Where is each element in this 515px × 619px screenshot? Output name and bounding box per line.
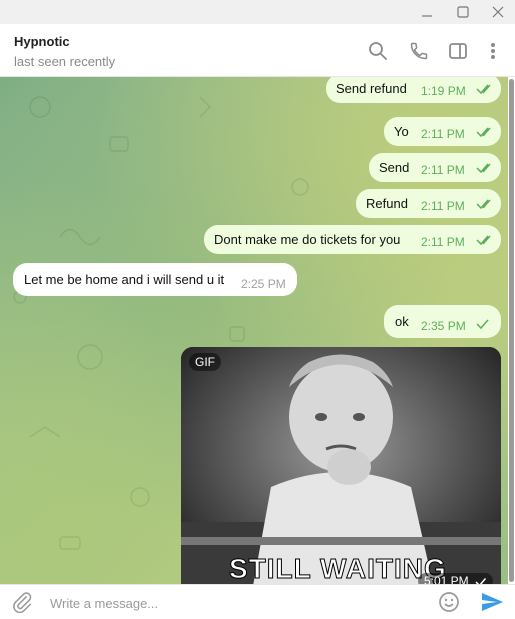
scrollbar-thumb[interactable] <box>509 79 514 582</box>
call-button[interactable] <box>408 40 430 62</box>
message-time: 2:25 PM <box>241 277 286 291</box>
sidebar-toggle-button[interactable] <box>447 40 469 62</box>
check-icon <box>476 319 489 330</box>
message-list[interactable]: Send refund 1:19 PM Yo 2:11 PM Send 2:11… <box>0 77 508 584</box>
close-icon <box>492 6 504 18</box>
minimize-icon <box>422 15 432 17</box>
phone-icon <box>410 42 428 60</box>
gif-message[interactable]: GIF STILL WAITING 5:01 PM <box>181 347 501 584</box>
chat-header: Hypnotic last seen recently <box>0 24 515 77</box>
message-time: 2:11 PM <box>421 127 465 141</box>
more-button[interactable] <box>482 40 504 62</box>
more-vertical-icon <box>491 43 495 59</box>
message-bubble-outgoing[interactable]: Refund 2:11 PM <box>356 189 501 218</box>
search-icon <box>369 42 387 60</box>
message-scrollbar[interactable] <box>508 77 515 584</box>
gif-caption: STILL WAITING <box>229 553 447 585</box>
message-bubble-outgoing[interactable]: Yo 2:11 PM <box>384 117 501 146</box>
message-bubble-outgoing[interactable]: Send 2:11 PM <box>369 153 501 182</box>
double-check-icon <box>476 84 491 95</box>
maximize-button[interactable] <box>446 0 480 24</box>
message-time: 2:35 PM <box>421 319 466 333</box>
message-text: Send <box>379 160 410 175</box>
send-button[interactable] <box>480 590 504 614</box>
window-titlebar <box>0 0 515 24</box>
message-time: 2:11 PM <box>421 199 465 213</box>
message-time: 5:01 PM <box>417 573 493 584</box>
message-time: 2:11 PM <box>421 235 465 249</box>
search-button[interactable] <box>367 40 389 62</box>
send-icon <box>482 593 503 611</box>
message-bubble-outgoing[interactable]: Send refund 1:19 PM <box>326 77 501 103</box>
maximize-icon <box>457 6 469 18</box>
message-text: Let me be home and i will send u it <box>24 272 225 287</box>
message-text: Dont make me do tickets for you <box>214 232 401 247</box>
message-time: 1:19 PM <box>421 84 466 98</box>
double-check-icon <box>476 163 491 174</box>
double-check-icon <box>476 127 491 138</box>
emoji-icon <box>439 592 459 612</box>
double-check-icon <box>476 199 491 210</box>
message-composer <box>0 584 515 619</box>
emoji-button[interactable] <box>437 590 461 614</box>
message-time: 2:11 PM <box>421 163 465 177</box>
gif-badge: GIF <box>189 353 221 371</box>
attach-button[interactable] <box>10 590 34 614</box>
message-bubble-outgoing[interactable]: Dont make me do tickets for you 2:11 PM <box>204 225 501 254</box>
message-input[interactable] <box>48 592 422 614</box>
sidebar-icon <box>449 43 467 59</box>
gif-time-text: 5:01 PM <box>423 574 469 584</box>
message-text: Send refund <box>336 81 407 96</box>
gif-image <box>181 347 501 584</box>
message-bubble-incoming[interactable]: Let me be home and i will send u it 2:25… <box>13 263 297 296</box>
chat-status: last seen recently <box>14 54 116 69</box>
message-text: ok <box>395 314 409 329</box>
message-text: Yo <box>394 124 409 139</box>
chat-title[interactable]: Hypnotic <box>14 34 70 49</box>
attach-icon <box>13 592 32 613</box>
message-bubble-outgoing[interactable]: ok 2:35 PM <box>384 305 501 338</box>
message-text: Refund <box>366 196 408 211</box>
close-button[interactable] <box>481 0 515 24</box>
check-icon <box>475 577 487 584</box>
double-check-icon <box>476 235 491 246</box>
minimize-button[interactable] <box>410 0 444 24</box>
